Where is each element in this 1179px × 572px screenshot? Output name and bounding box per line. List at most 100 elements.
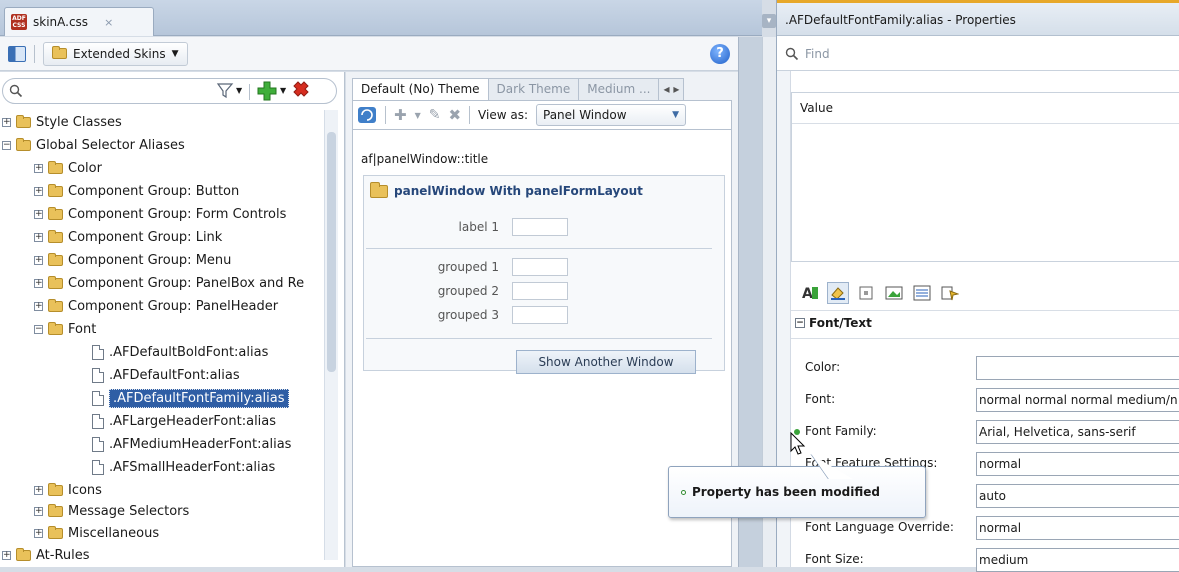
theme-tabs: Default (No) Theme Dark Theme Medium ...… — [352, 78, 685, 100]
prop-label-font-family: Font Family: — [805, 424, 877, 438]
form-input-grouped-3[interactable] — [512, 306, 568, 324]
add-dropdown-icon[interactable]: ▼ — [415, 111, 421, 120]
list-category-icon[interactable] — [911, 282, 933, 304]
expand-icon[interactable]: + — [34, 164, 43, 173]
add-icon[interactable] — [256, 80, 278, 102]
collapse-icon[interactable]: − — [34, 325, 43, 334]
prop-field-color[interactable] — [976, 356, 1179, 380]
collapse-icon[interactable]: − — [2, 141, 11, 150]
svg-text:A: A — [802, 286, 813, 301]
tree-item-label: .AFDefaultFontFamily:alias — [109, 389, 289, 408]
prop-field-font-language-override[interactable]: normal — [976, 516, 1179, 540]
tree-item-afmediumheaderfont[interactable]: .AFMediumHeaderFont:alias — [92, 433, 291, 456]
form-input-1[interactable] — [512, 218, 568, 236]
form-label-1: label 1 — [458, 220, 499, 234]
expand-icon[interactable]: + — [34, 486, 43, 495]
tab-medium-theme[interactable]: Medium ... — [578, 78, 660, 100]
toolbar-separator — [249, 84, 250, 100]
prop-field-font-kerning[interactable]: auto — [976, 484, 1179, 508]
section-divider — [791, 338, 1179, 339]
tree-item-afsmallheaderfont[interactable]: .AFSmallHeaderFont:alias — [92, 456, 275, 479]
tree-item-afdefaultfontfamily-selected[interactable]: .AFDefaultFontFamily:alias — [92, 387, 289, 410]
expand-icon[interactable]: + — [34, 233, 43, 242]
refresh-icon[interactable] — [357, 106, 377, 124]
skins-selector-dropdown[interactable]: Extended Skins ▼ — [43, 41, 188, 66]
tab-list-dropdown-icon[interactable]: ▾ — [762, 14, 776, 28]
tree-item-component-group-panelheader[interactable]: + Component Group: PanelHeader — [34, 295, 278, 318]
tree-item-component-group-menu[interactable]: + Component Group: Menu — [34, 249, 231, 272]
tree-search-field[interactable] — [2, 78, 337, 104]
show-another-window-button[interactable]: Show Another Window — [516, 350, 696, 374]
skins-selector-label: Extended Skins — [73, 46, 166, 61]
document-icon — [92, 414, 104, 429]
image-category-icon[interactable] — [883, 282, 905, 304]
tree-item-label: Component Group: Button — [68, 184, 240, 199]
collapse-icon[interactable]: − — [795, 318, 805, 328]
toolbar-separator — [469, 106, 471, 124]
form-input-grouped-1[interactable] — [512, 258, 568, 276]
folder-icon — [48, 299, 63, 312]
expand-icon[interactable]: + — [34, 210, 43, 219]
properties-find-field[interactable]: Find — [777, 37, 1179, 71]
prop-field-font[interactable]: normal normal normal medium/n — [976, 388, 1179, 412]
tree-item-at-rules[interactable]: + At-Rules — [2, 544, 90, 567]
tree-item-label: At-Rules — [36, 548, 90, 563]
edit-icon[interactable]: ✎ — [429, 107, 441, 123]
expand-icon[interactable]: + — [34, 187, 43, 196]
box-category-icon[interactable] — [855, 282, 877, 304]
tree-item-component-group-panelbox[interactable]: + Component Group: PanelBox and Re — [34, 272, 304, 295]
tab-dark-theme[interactable]: Dark Theme — [487, 78, 580, 100]
search-icon — [785, 47, 799, 60]
tree-item-icons[interactable]: + Icons — [34, 479, 102, 502]
tree-item-component-group-link[interactable]: + Component Group: Link — [34, 226, 222, 249]
document-icon — [92, 437, 104, 452]
help-icon[interactable]: ? — [710, 43, 730, 64]
toolbar-separator — [34, 44, 35, 63]
expand-icon[interactable]: + — [34, 529, 43, 538]
tree-item-afdefaultboldfont[interactable]: .AFDefaultBoldFont:alias — [92, 341, 268, 364]
property-category-toolbar: A — [791, 275, 1179, 311]
tab-default-theme[interactable]: Default (No) Theme — [352, 78, 489, 100]
delete-icon[interactable]: ✖ — [448, 106, 461, 124]
tree-item-label: .AFMediumHeaderFont:alias — [109, 437, 292, 452]
expand-icon[interactable]: + — [34, 279, 43, 288]
tree-item-global-selector-aliases[interactable]: − Global Selector Aliases — [2, 134, 185, 157]
add-icon[interactable]: ✚ — [394, 106, 407, 124]
toggle-layout-icon[interactable] — [8, 45, 26, 62]
modified-dot-icon — [681, 489, 686, 495]
tree-item-style-classes[interactable]: + Style Classes — [2, 111, 122, 134]
font-text-category-icon[interactable]: A — [799, 282, 821, 304]
font-text-section-header[interactable]: − Font/Text — [795, 316, 872, 330]
expand-icon[interactable]: + — [2, 118, 11, 127]
prop-field-font-family[interactable]: Arial, Helvetica, sans-serif — [976, 420, 1179, 444]
tree-item-label: .AFLargeHeaderFont:alias — [109, 414, 277, 429]
tree-item-afdefaultfont[interactable]: .AFDefaultFont:alias — [92, 364, 240, 387]
filter-dropdown-icon[interactable]: ▼ — [236, 86, 242, 95]
editor-tab-skinA[interactable]: ADF CSS skinA.css × — [4, 7, 154, 36]
tree-scrollbar-thumb[interactable] — [327, 132, 336, 372]
prop-field-font-size[interactable]: medium — [976, 548, 1179, 572]
form-input-grouped-2[interactable] — [512, 282, 568, 300]
delete-icon[interactable] — [290, 80, 312, 102]
expand-icon[interactable]: + — [34, 256, 43, 265]
filter-icon[interactable] — [216, 82, 236, 100]
expand-icon[interactable]: + — [34, 507, 43, 516]
tree-item-message-selectors[interactable]: + Message Selectors — [34, 500, 189, 523]
prop-field-font-feature-settings[interactable]: normal — [976, 452, 1179, 476]
close-tab-icon[interactable]: × — [104, 16, 113, 29]
effects-category-icon[interactable] — [939, 282, 961, 304]
view-as-dropdown[interactable]: Panel Window ▼ — [536, 104, 686, 126]
tree-item-component-group-button[interactable]: + Component Group: Button — [34, 180, 239, 203]
search-icon — [9, 84, 23, 98]
panel-window-preview: panelWindow With panelFormLayout label 1… — [363, 175, 725, 374]
tree-item-miscellaneous[interactable]: + Miscellaneous — [34, 522, 159, 545]
expand-icon[interactable]: + — [2, 551, 11, 560]
tab-scroll-arrows-icon[interactable]: ◂ ▸ — [658, 78, 685, 100]
tree-item-component-group-form-controls[interactable]: + Component Group: Form Controls — [34, 203, 286, 226]
background-category-icon[interactable] — [827, 281, 849, 304]
tree-item-font[interactable]: − Font — [34, 318, 96, 341]
expand-icon[interactable]: + — [34, 302, 43, 311]
add-dropdown-icon[interactable]: ▼ — [280, 86, 286, 95]
tree-item-color[interactable]: + Color — [34, 157, 102, 180]
tree-item-aflargeheaderfont[interactable]: .AFLargeHeaderFont:alias — [92, 410, 276, 433]
